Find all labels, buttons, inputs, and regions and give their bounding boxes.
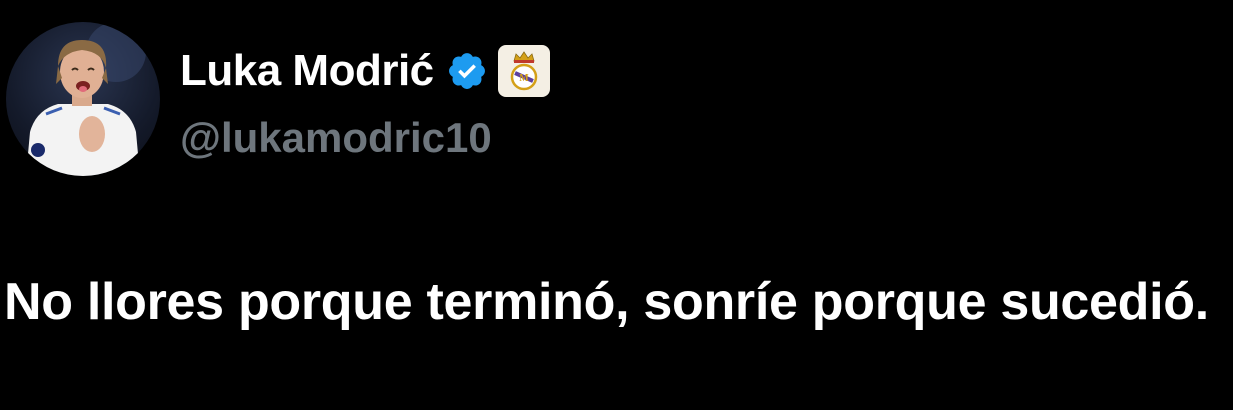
display-name[interactable]: Luka Modrić bbox=[180, 46, 434, 96]
svg-text:M: M bbox=[519, 73, 529, 84]
verified-badge-icon[interactable] bbox=[446, 50, 488, 92]
real-madrid-crest-icon[interactable]: M bbox=[497, 45, 550, 97]
tweet: Luka Modrić M @lukamodric10 No llores po… bbox=[0, 0, 1233, 410]
avatar[interactable] bbox=[6, 22, 160, 176]
name-row: Luka Modrić M bbox=[180, 40, 550, 102]
tweet-text: No llores porque terminó, sonríe porque … bbox=[4, 273, 1209, 331]
profile-photo-icon bbox=[26, 22, 146, 176]
tweet-header: Luka Modrić M @lukamodric10 bbox=[180, 40, 550, 162]
user-handle[interactable]: @lukamodric10 bbox=[180, 114, 550, 162]
